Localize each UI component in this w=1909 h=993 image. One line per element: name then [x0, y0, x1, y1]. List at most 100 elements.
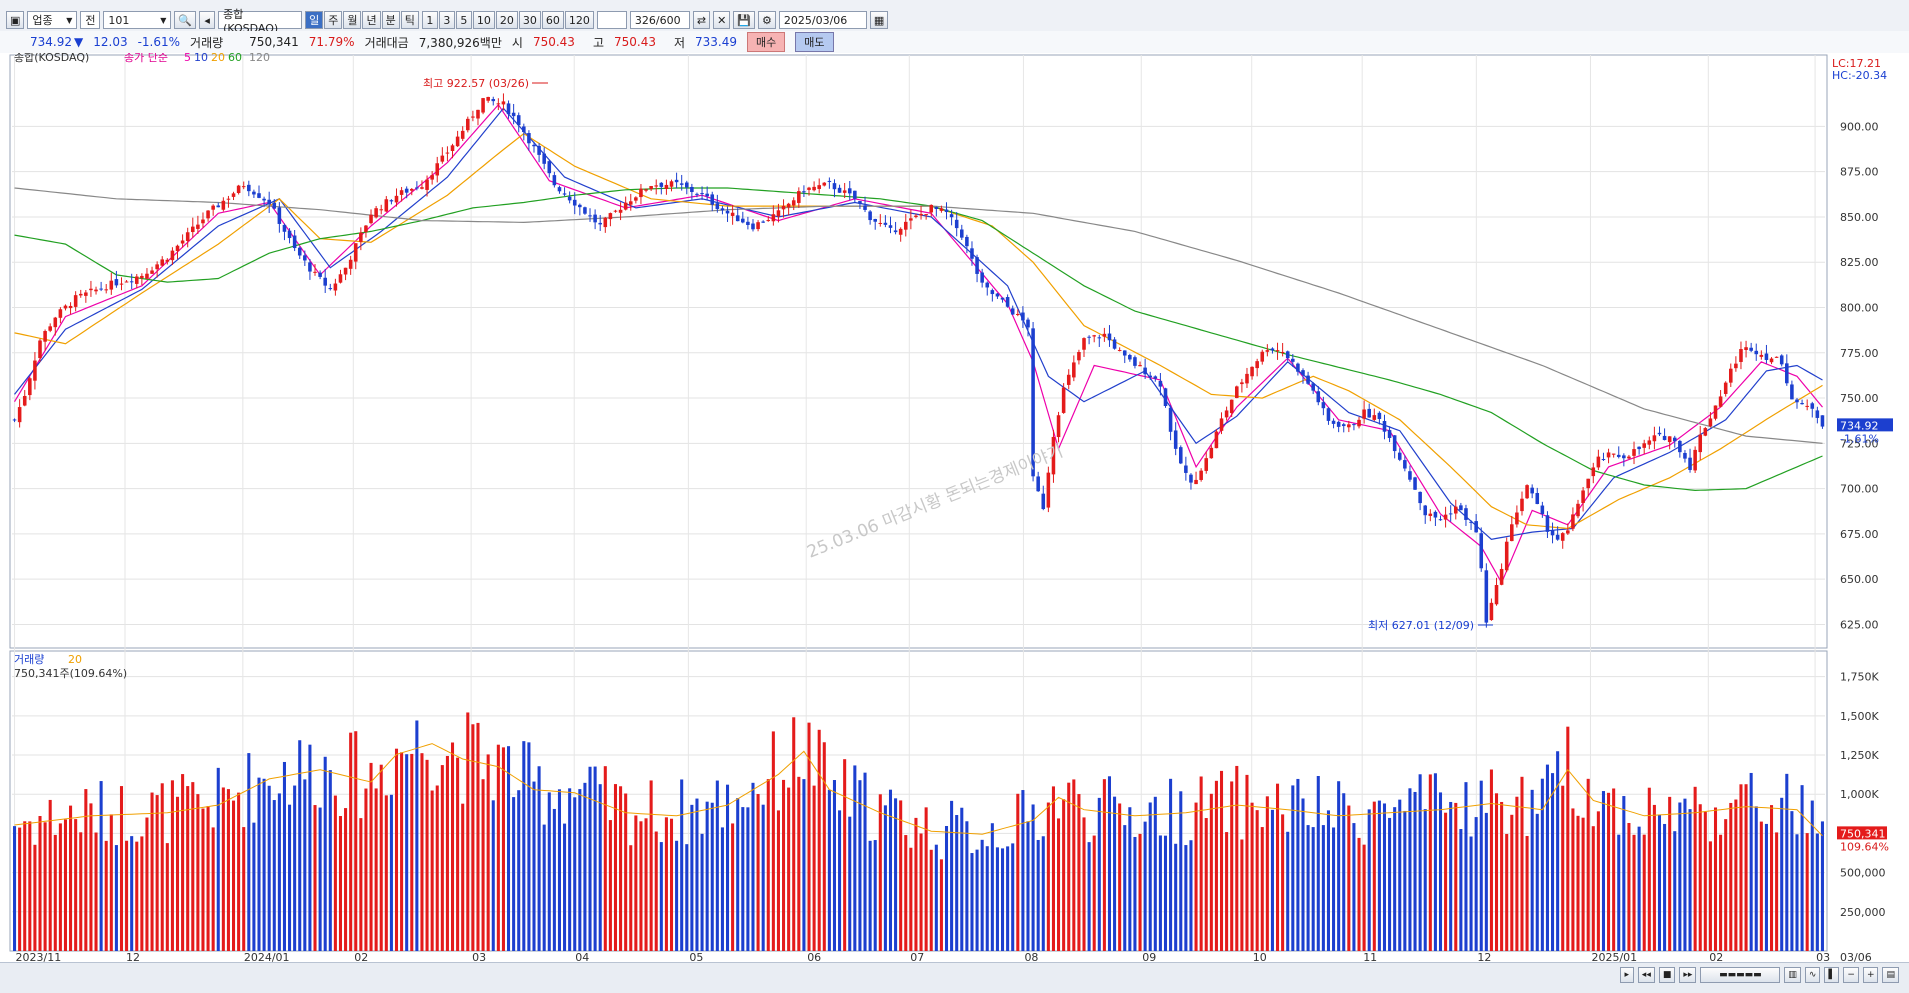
- scroll-start-icon[interactable]: ▸: [1619, 967, 1634, 983]
- sell-button[interactable]: 매도: [795, 32, 834, 52]
- candle-body: [1515, 512, 1519, 525]
- interval-button-1[interactable]: 1: [421, 11, 438, 29]
- date-input[interactable]: 2025/03/06: [778, 11, 867, 29]
- interval-button-30[interactable]: 30: [518, 11, 541, 29]
- stop-icon[interactable]: ■: [1658, 967, 1676, 983]
- candle-body: [1443, 514, 1448, 520]
- price-tick-label: 775.00: [1840, 347, 1879, 360]
- zoom-out-icon[interactable]: −: [1843, 967, 1859, 983]
- candle-body: [1698, 434, 1703, 453]
- candle-body: [1448, 513, 1453, 515]
- chart-settings-icon[interactable]: ▣: [6, 11, 25, 29]
- scope-select[interactable]: 전: [80, 11, 101, 29]
- candle-body: [1540, 505, 1545, 514]
- line-chart-icon[interactable]: ∿: [1804, 967, 1821, 983]
- period-button-3[interactable]: 년: [362, 11, 381, 29]
- settings-icon[interactable]: ⚙: [758, 11, 776, 29]
- period-button-4[interactable]: 분: [381, 11, 400, 29]
- volume-bar: [13, 826, 17, 951]
- candle-body: [63, 305, 68, 309]
- volume-bar: [659, 842, 663, 951]
- count-value: 326: [634, 13, 656, 27]
- volume-bar: [1016, 793, 1020, 951]
- last-volume-label: 750,341: [1840, 827, 1886, 840]
- candle-body: [1749, 347, 1753, 351]
- candle-body: [435, 163, 440, 176]
- compare-icon[interactable]: ⇄: [692, 11, 711, 29]
- candle-body: [1652, 435, 1657, 442]
- market-select[interactable]: 업종 ▼: [27, 11, 78, 29]
- volume-bar: [1515, 796, 1519, 951]
- candle-body: [170, 250, 175, 261]
- interval-button-60[interactable]: 60: [541, 11, 564, 29]
- scroll-next-icon[interactable]: ▸▸: [1679, 967, 1697, 983]
- volume-bar: [944, 825, 949, 951]
- candle-body: [1066, 374, 1071, 385]
- volume-bar: [201, 808, 205, 951]
- candle-body: [1790, 384, 1794, 400]
- crosshair-icon[interactable]: ✕: [713, 11, 731, 29]
- date-tick-label: 06: [807, 951, 821, 962]
- volume-bar: [608, 820, 612, 951]
- date-tick-label: 2023/11: [16, 951, 62, 962]
- candle-body: [1688, 457, 1692, 470]
- volume-bar: [1576, 815, 1580, 951]
- volume-bar: [771, 731, 775, 951]
- fit-icon[interactable]: ▤: [1882, 967, 1899, 983]
- scroll-prev-icon[interactable]: ◂◂: [1637, 967, 1655, 983]
- volume-bar: [883, 805, 887, 951]
- count-field[interactable]: 326/600: [629, 11, 690, 29]
- save-icon[interactable]: 💾: [733, 11, 755, 29]
- candle-body: [562, 193, 567, 195]
- sound-icon[interactable]: ◂: [199, 11, 216, 29]
- zoom-in-icon[interactable]: +: [1862, 967, 1879, 983]
- period-button-0[interactable]: 일: [305, 11, 324, 29]
- candle-body: [1112, 339, 1117, 349]
- calendar-icon[interactable]: ▦: [869, 11, 889, 29]
- volume-bar: [705, 801, 709, 951]
- period-button-5[interactable]: 틱: [400, 11, 419, 29]
- code-input[interactable]: 101 ▼: [103, 11, 172, 29]
- zoom-slider[interactable]: ▬▬▬▬▬: [1700, 967, 1781, 983]
- interval-button-120[interactable]: 120: [564, 11, 594, 29]
- candle-body: [761, 221, 765, 223]
- candle-body: [690, 186, 694, 192]
- candle-body: [338, 274, 343, 283]
- volume-bar: [1561, 785, 1565, 951]
- period-button-2[interactable]: 월: [343, 11, 362, 29]
- candle-body: [191, 226, 195, 233]
- candle-body: [282, 224, 287, 232]
- search-icon[interactable]: 🔍: [174, 11, 197, 29]
- volume-bar: [226, 789, 230, 951]
- candle-body: [649, 186, 653, 189]
- candle-chart-icon[interactable]: ▌: [1824, 967, 1840, 983]
- interval-button-5[interactable]: 5: [455, 11, 472, 29]
- volume-bar: [970, 853, 974, 951]
- period-button-1[interactable]: 주: [324, 11, 343, 29]
- candle-body: [909, 218, 913, 221]
- volume-bar: [313, 805, 317, 951]
- interval-button-10[interactable]: 10: [472, 11, 495, 29]
- volume-bar: [1520, 776, 1524, 951]
- volume-bar: [1367, 809, 1371, 951]
- volume-bar: [1214, 780, 1218, 951]
- candle-body: [1331, 420, 1336, 424]
- candle-body: [1189, 474, 1193, 483]
- volume-bar: [552, 808, 556, 951]
- volume-bar: [53, 834, 57, 951]
- volume-bar: [899, 800, 903, 951]
- date-tick-label: 03: [472, 951, 486, 962]
- volume-bar: [1133, 836, 1137, 951]
- candle-body: [1316, 391, 1321, 403]
- candle-body: [1667, 436, 1672, 443]
- buy-button[interactable]: 매수: [747, 32, 786, 52]
- volume-bar: [802, 779, 806, 951]
- interval-select[interactable]: [596, 11, 627, 29]
- interval-button-3[interactable]: 3: [438, 11, 455, 29]
- volume-bar: [532, 781, 536, 951]
- chart-canvas[interactable]: 625.00650.00675.00700.00725.00750.00775.…: [0, 53, 1909, 962]
- interval-button-20[interactable]: 20: [495, 11, 518, 29]
- candle-body: [1255, 361, 1259, 369]
- candle-body: [965, 236, 969, 247]
- chart-type-icon[interactable]: ▥: [1784, 967, 1801, 983]
